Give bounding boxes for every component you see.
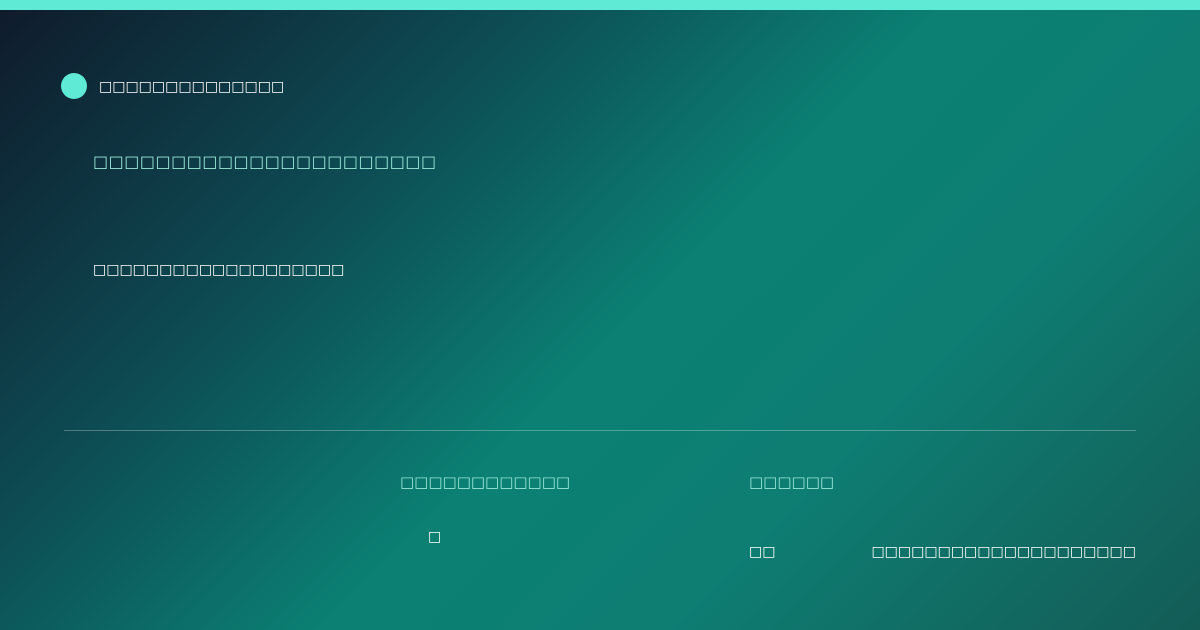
stat-b-value: □□ — [749, 544, 776, 560]
stat-b-extra: □□□□□□□□□□□□□□□□□□□□ — [871, 544, 1136, 560]
brand-name: □□□□□□□□□□□□□□ — [99, 79, 285, 95]
stat-a-label: □□□□□□□□□□□□ — [400, 473, 571, 491]
brand-logo-dot — [61, 73, 87, 99]
section-divider — [64, 430, 1136, 431]
stat-b-label: □□□□□□ — [749, 473, 835, 491]
hero-subline: □□□□□□□□□□□□□□□□□□□ — [93, 262, 345, 278]
top-accent-bar — [0, 0, 1200, 10]
hero-headline: □□□□□□□□□□□□□□□□□□□□□□ — [93, 152, 437, 171]
stat-a-value: □ — [428, 529, 442, 545]
